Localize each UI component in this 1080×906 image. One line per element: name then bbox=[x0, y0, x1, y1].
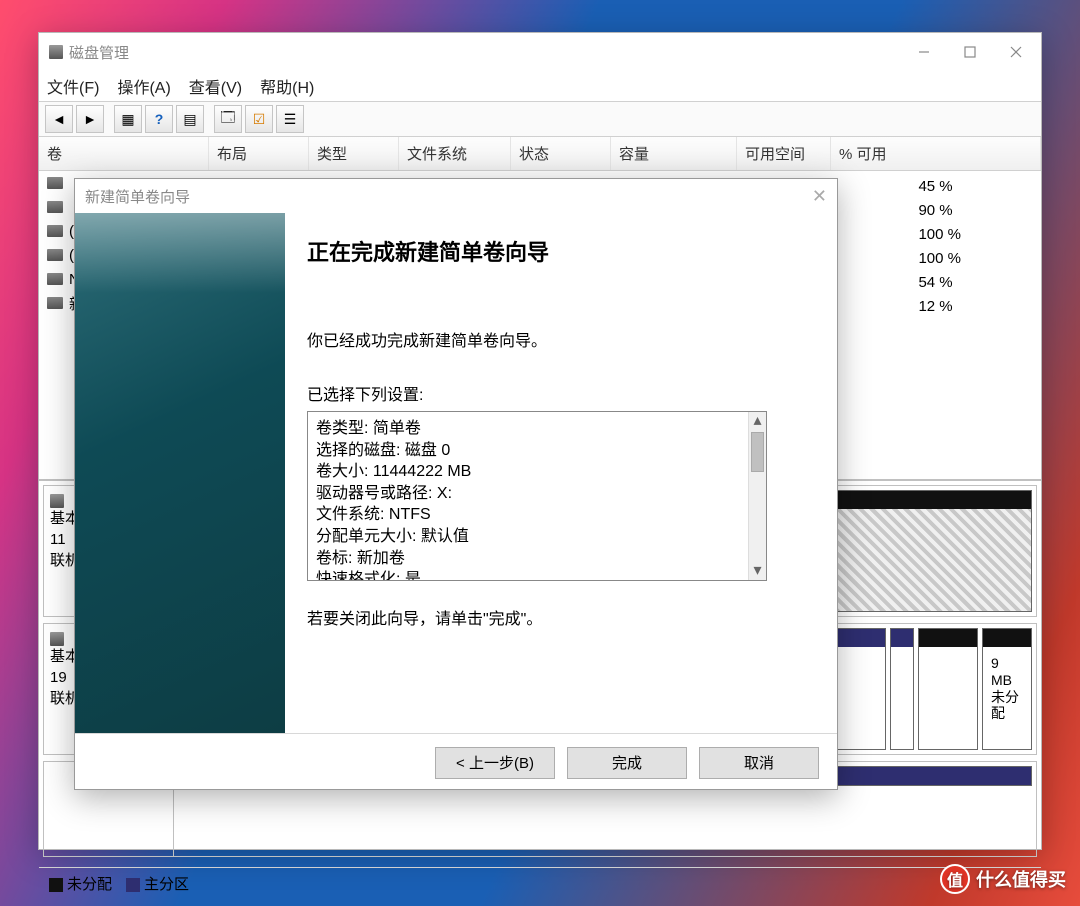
refresh-icon[interactable]: 🗔 bbox=[214, 105, 242, 133]
settings-listbox[interactable]: 卷类型: 简单卷 选择的磁盘: 磁盘 0 卷大小: 11444222 MB 驱动… bbox=[307, 411, 767, 581]
volume-icon bbox=[47, 177, 63, 189]
volume-icon bbox=[47, 273, 63, 285]
menu-view[interactable]: 查看(V) bbox=[189, 74, 242, 98]
menu-help[interactable]: 帮助(H) bbox=[260, 74, 314, 98]
panes-button[interactable]: ▦ bbox=[114, 105, 142, 133]
settings-icon[interactable]: ☑ bbox=[245, 105, 273, 133]
menubar: 文件(F) 操作(A) 查看(V) 帮助(H) bbox=[39, 71, 1041, 101]
maximize-button[interactable] bbox=[947, 37, 993, 67]
window-title: 磁盘管理 bbox=[69, 42, 129, 63]
scroll-down-icon[interactable]: ▾ bbox=[749, 562, 766, 580]
finish-button[interactable]: 完成 bbox=[567, 747, 687, 779]
volume-icon bbox=[47, 225, 63, 237]
minimize-button[interactable] bbox=[901, 37, 947, 67]
volume-list-header: 卷 布局 类型 文件系统 状态 容量 可用空间 % 可用 bbox=[39, 137, 1041, 171]
watermark: 值 什么值得买 bbox=[940, 862, 1066, 896]
new-simple-volume-wizard: 新建简单卷向导 ✕ 正在完成新建简单卷向导 你已经成功完成新建简单卷向导。 已选… bbox=[74, 178, 838, 790]
col-pct[interactable]: % 可用 bbox=[831, 137, 1041, 170]
back-button[interactable]: ◄ bbox=[45, 105, 73, 133]
volume-icon bbox=[47, 201, 63, 213]
watermark-text: 什么值得买 bbox=[976, 866, 1066, 892]
col-fs[interactable]: 文件系统 bbox=[399, 137, 511, 170]
dialog-success-text: 你已经成功完成新建简单卷向导。 bbox=[307, 327, 807, 351]
partition-small[interactable]: 9 MB未分配 bbox=[982, 628, 1032, 750]
forward-button[interactable]: ► bbox=[76, 105, 104, 133]
col-cap[interactable]: 容量 bbox=[611, 137, 737, 170]
view-button[interactable]: ▤ bbox=[176, 105, 204, 133]
legend: 未分配 主分区 bbox=[39, 867, 1041, 899]
col-volume[interactable]: 卷 bbox=[39, 137, 209, 170]
disk-icon bbox=[50, 494, 64, 508]
titlebar: 磁盘管理 bbox=[39, 33, 1041, 71]
watermark-badge-icon: 值 bbox=[940, 864, 970, 894]
volume-icon bbox=[47, 297, 63, 309]
menu-file[interactable]: 文件(F) bbox=[47, 74, 99, 98]
pct-column-values: 45 % 90 % 100 % 100 % 54 % 12 % bbox=[918, 175, 961, 319]
dialog-titlebar: 新建简单卷向导 ✕ bbox=[75, 179, 837, 213]
partition-primary[interactable] bbox=[918, 628, 978, 750]
menu-action[interactable]: 操作(A) bbox=[117, 74, 170, 98]
volume-icon bbox=[47, 249, 63, 261]
dialog-sidebar-graphic bbox=[75, 213, 285, 733]
col-status[interactable]: 状态 bbox=[511, 137, 611, 170]
dialog-footer: < 上一步(B) 完成 取消 bbox=[75, 733, 837, 791]
col-layout[interactable]: 布局 bbox=[209, 137, 309, 170]
dialog-heading: 正在完成新建简单卷向导 bbox=[307, 235, 807, 267]
dialog-settings-label: 已选择下列设置: bbox=[307, 381, 807, 405]
scroll-thumb[interactable] bbox=[751, 432, 764, 472]
close-button[interactable] bbox=[993, 37, 1039, 67]
disk-icon bbox=[50, 632, 64, 646]
col-type[interactable]: 类型 bbox=[309, 137, 399, 170]
scrollbar[interactable]: ▴ ▾ bbox=[748, 412, 766, 580]
partition-primary[interactable] bbox=[890, 628, 914, 750]
dialog-hint-text: 若要关闭此向导，请单击"完成"。 bbox=[307, 605, 807, 629]
dialog-close-button[interactable]: ✕ bbox=[812, 186, 827, 207]
back-button[interactable]: < 上一步(B) bbox=[435, 747, 555, 779]
help-button[interactable]: ? bbox=[145, 105, 173, 133]
swatch-unallocated bbox=[49, 878, 63, 892]
list-icon[interactable]: ☰ bbox=[276, 105, 304, 133]
dialog-content: 正在完成新建简单卷向导 你已经成功完成新建简单卷向导。 已选择下列设置: 卷类型… bbox=[285, 213, 837, 733]
dialog-title-text: 新建简单卷向导 bbox=[85, 186, 190, 207]
desktop-background: 磁盘管理 文件(F) 操作(A) 查看(V) 帮助(H) ◄ ► ▦ ? ▤ 🗔… bbox=[0, 0, 1080, 906]
toolbar: ◄ ► ▦ ? ▤ 🗔 ☑ ☰ bbox=[39, 101, 1041, 137]
swatch-primary bbox=[126, 878, 140, 892]
scroll-up-icon[interactable]: ▴ bbox=[749, 412, 766, 430]
app-icon bbox=[49, 45, 63, 59]
cancel-button[interactable]: 取消 bbox=[699, 747, 819, 779]
col-free[interactable]: 可用空间 bbox=[737, 137, 831, 170]
